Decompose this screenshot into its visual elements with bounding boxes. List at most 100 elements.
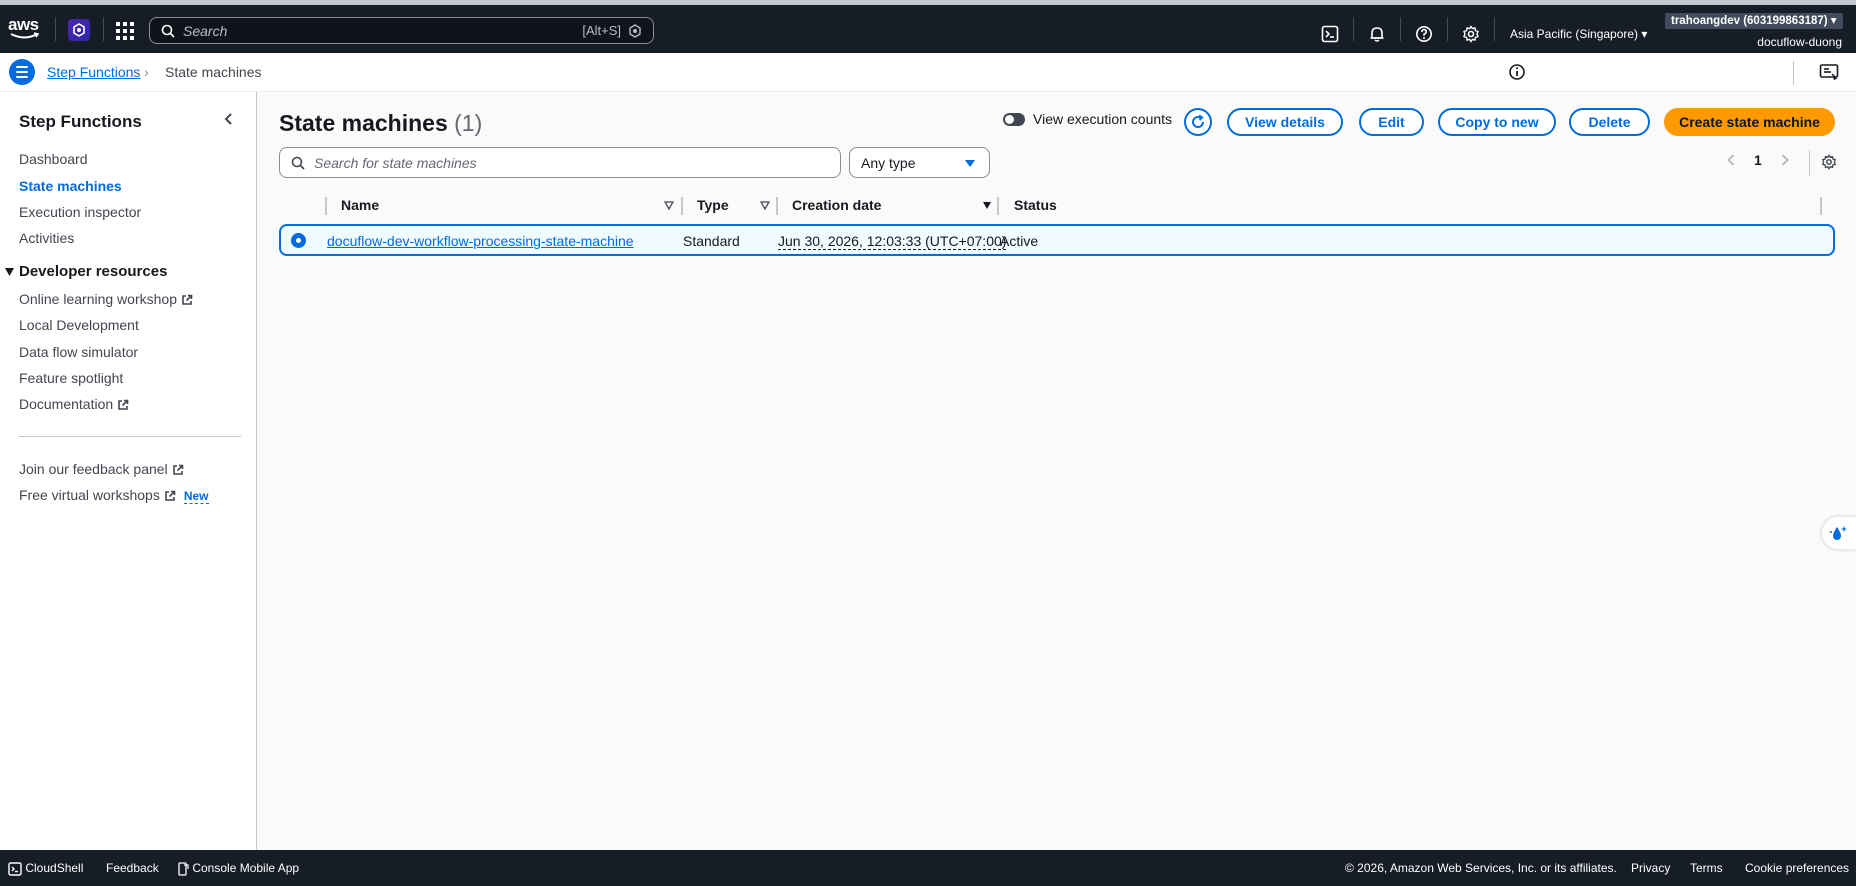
cookie-preferences-link[interactable]: Cookie preferences [1745,861,1849,875]
sidebar-item-feedback-panel[interactable]: Join our feedback panel [19,461,184,477]
page-number[interactable]: 1 [1754,152,1762,168]
refresh-button[interactable] [1184,108,1212,136]
state-machine-type: Standard [683,233,740,249]
help-icon[interactable] [1415,25,1433,43]
previous-page-icon[interactable] [1726,153,1736,167]
view-details-button[interactable]: View details [1227,108,1343,136]
type-filter-value: Any type [861,154,916,171]
sidebar-item-label: Documentation [19,396,114,412]
caret-down-icon [5,268,14,277]
row-radio-selected[interactable] [291,233,306,248]
toggle-switch[interactable] [1003,112,1025,126]
account-menu[interactable]: trahoangdev (603199863187) ▾ [1665,13,1843,29]
search-icon [161,24,175,38]
sidebar-item-free-virtual-workshops[interactable]: Free virtual workshops New [19,487,209,504]
navigation-menu-button[interactable] [9,59,35,85]
toggle-label: View execution counts [1033,111,1173,127]
table-row[interactable]: docuflow-dev-workflow-processing-state-m… [279,224,1835,256]
breadcrumb-step-functions[interactable]: Step Functions [47,64,140,80]
sidebar-item-dashboard[interactable]: Dashboard [19,151,88,167]
sidebar-item-label: Online learning workshop [19,291,177,307]
column-separator [1820,197,1822,215]
mobile-app-icon [178,862,189,876]
column-header-status[interactable]: Status [1014,197,1057,213]
notifications-icon[interactable] [1368,25,1386,43]
sidebar-item-label: Join our feedback panel [19,461,168,477]
nav-divider [1494,17,1495,41]
item-count: (1) [454,110,483,136]
assistant-button[interactable] [1822,517,1856,549]
type-filter-select[interactable]: Any type [849,147,990,178]
sort-desc-icon[interactable] [982,201,992,210]
cloudshell-icon [8,862,22,876]
cloudshell-footer-button[interactable]: CloudShell [8,861,83,876]
new-badge[interactable]: New [183,489,209,504]
cloudshell-label: CloudShell [25,861,84,875]
edit-button[interactable]: Edit [1359,108,1424,136]
column-separator [997,197,999,215]
table-settings-icon[interactable] [1821,154,1837,170]
sort-icon[interactable] [760,201,770,210]
state-machine-status: Active [1000,233,1039,249]
column-header-name[interactable]: Name [341,197,379,213]
column-header-type[interactable]: Type [697,197,729,213]
refresh-icon [1192,114,1205,128]
create-state-machine-button[interactable]: Create state machine [1664,108,1835,136]
state-machine-creation-date[interactable]: Jun 30, 2026, 12:03:33 (UTC+07:00) [778,233,1007,250]
breadcrumb-current: State machines [165,64,262,80]
column-header-creation-date[interactable]: Creation date [792,197,881,213]
search-placeholder: Search for state machines [314,154,477,171]
terms-link[interactable]: Terms [1690,861,1723,875]
sort-icon[interactable] [664,201,674,210]
sidebar-section-label: Developer resources [19,263,168,280]
pagination: 1 [1726,152,1790,168]
services-menu-icon[interactable] [116,22,134,40]
external-link-icon [165,490,176,502]
state-machine-search-input[interactable]: Search for state machines [279,147,841,178]
next-page-icon[interactable] [1780,153,1790,167]
service-icon[interactable] [68,19,90,41]
sidebar-item-feature-spotlight[interactable]: Feature spotlight [19,370,123,386]
cloudshell-icon[interactable] [1321,25,1339,43]
sidebar-section-developer-resources[interactable]: Developer resources [4,263,167,280]
aws-smile-icon [10,32,40,39]
pager-divider [1809,150,1810,176]
aws-logo[interactable]: aws [8,15,42,41]
shortcut-icon [629,24,641,38]
split-panel-icon[interactable] [1819,63,1839,81]
sidebar-title[interactable]: Step Functions [19,112,142,132]
toolbar-divider [1793,61,1794,85]
execution-counts-toggle[interactable]: View execution counts [1003,111,1172,127]
sidebar-item-execution-inspector[interactable]: Execution inspector [19,204,141,220]
search-placeholder: Search [183,22,228,39]
region-selector[interactable]: Asia Pacific (Singapore) ▾ [1510,27,1647,41]
feedback-link[interactable]: Feedback [106,861,159,875]
privacy-link[interactable]: Privacy [1631,861,1670,875]
close-sidebar-icon[interactable] [222,112,234,126]
footer: CloudShell Feedback Console Mobile App ©… [0,850,1856,886]
delete-button[interactable]: Delete [1569,108,1650,136]
assistant-icon [1830,526,1847,540]
sidebar-item-activities[interactable]: Activities [19,230,74,246]
sidebar-item-label: Free virtual workshops [19,487,160,503]
user-name[interactable]: docuflow-duong [1757,35,1842,49]
info-icon[interactable] [1508,63,1526,81]
mobile-app-link[interactable]: Console Mobile App [178,861,299,876]
page-title: State machines (1) [279,110,482,137]
sidebar-item-online-learning-workshop[interactable]: Online learning workshop [19,291,193,307]
sidebar-divider [19,436,241,437]
settings-gear-icon[interactable] [1462,25,1480,43]
nav-divider [55,17,56,41]
sidebar-item-documentation[interactable]: Documentation [19,396,129,412]
global-search-input[interactable]: Search [Alt+S] [149,17,654,44]
sidebar-item-data-flow-simulator[interactable]: Data flow simulator [19,344,138,360]
copy-to-new-button[interactable]: Copy to new [1438,108,1556,136]
sidebar-item-local-development[interactable]: Local Development [19,317,139,333]
caret-down-icon [965,160,975,167]
external-link-icon [172,464,183,476]
column-separator [681,197,683,215]
external-link-icon [182,294,193,306]
state-machine-name-link[interactable]: docuflow-dev-workflow-processing-state-m… [327,233,634,249]
external-link-icon [118,399,129,411]
sidebar-item-state-machines[interactable]: State machines [19,178,122,194]
